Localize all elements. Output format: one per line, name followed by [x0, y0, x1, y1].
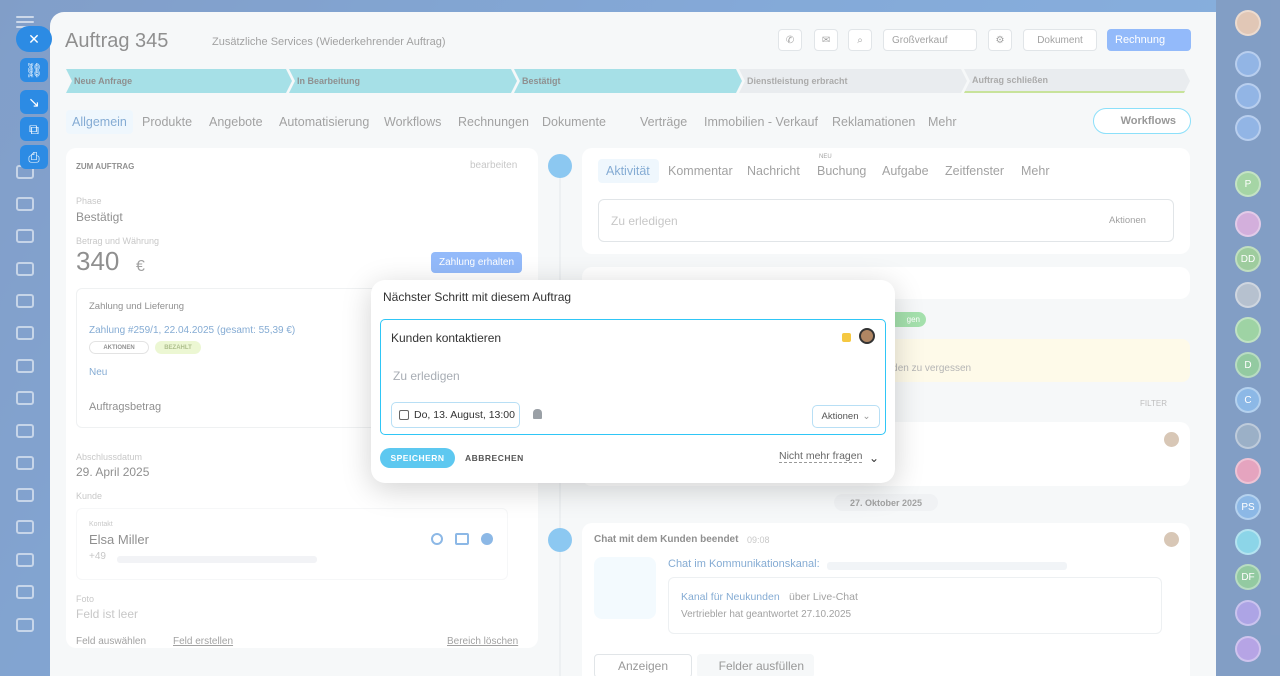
calendar-icon: [399, 410, 409, 420]
save-button[interactable]: SPEICHERN: [380, 448, 455, 468]
chevron-down-icon: ⌄: [862, 411, 871, 422]
responsible-avatar[interactable]: [859, 328, 875, 344]
chevron-down-icon[interactable]: ⌄: [869, 451, 879, 465]
dont-ask-again-link[interactable]: Nicht mehr fragen: [779, 450, 863, 463]
minimize-icon[interactable]: ↘: [20, 90, 48, 114]
description-input[interactable]: Zu erledigen: [393, 369, 460, 383]
close-icon[interactable]: ✕: [16, 26, 52, 52]
print-icon[interactable]: ⎙: [20, 145, 48, 169]
popup-title: Nächster Schritt mit diesem Auftrag: [383, 290, 572, 304]
new-window-icon[interactable]: ⧉: [20, 117, 48, 141]
next-step-popup: Nächster Schritt mit diesem Auftrag Kund…: [371, 280, 895, 483]
link-icon[interactable]: ⛓: [20, 58, 48, 82]
bell-icon[interactable]: [533, 409, 542, 419]
task-title-input[interactable]: Kunden kontaktieren: [391, 331, 501, 345]
color-picker-icon[interactable]: [842, 333, 851, 342]
actions-label: Aktionen: [821, 411, 859, 422]
deadline-value: Do, 13. August, 13:00: [414, 409, 515, 421]
cancel-button[interactable]: ABBRECHEN: [465, 453, 524, 463]
deadline-picker[interactable]: Do, 13. August, 13:00: [391, 402, 520, 428]
task-editor[interactable]: Kunden kontaktieren Zu erledigen Do, 13.…: [380, 319, 886, 435]
actions-dropdown[interactable]: Aktionen ⌄: [812, 405, 880, 428]
